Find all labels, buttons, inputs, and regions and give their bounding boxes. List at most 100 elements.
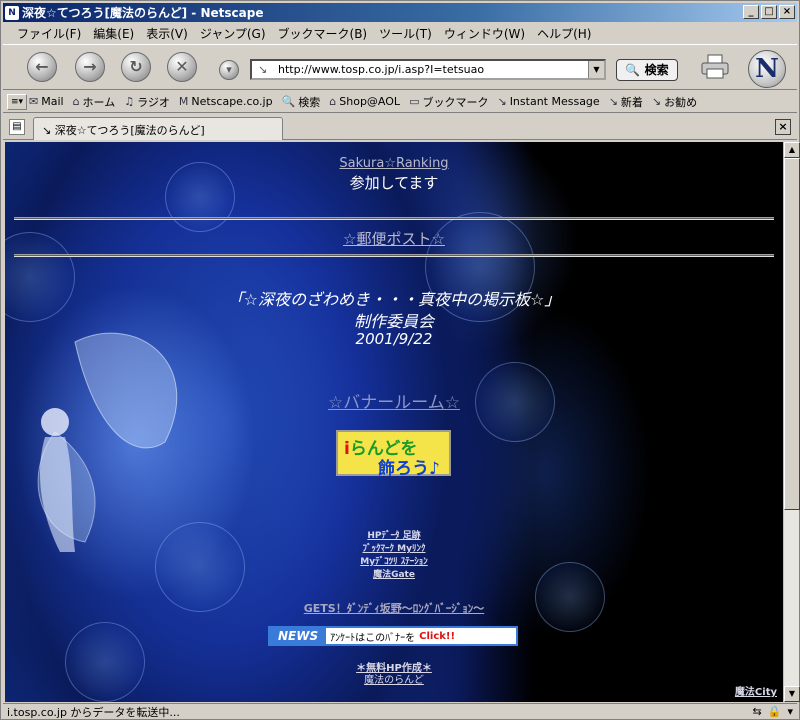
- toolbar-item-netscape[interactable]: M Netscape.co.jp: [179, 95, 273, 108]
- status-icons: ⇆ 🔒 ▾: [753, 705, 793, 718]
- personal-toolbar: ≡▾ ✉ Mail ⌂ ホーム ♫ ラジオ M Netscape.co.jp 🔍 検索 ⌂…: [3, 91, 797, 113]
- bookmark-link[interactable]: ﾌﾞｯｸﾏｰｸ Myﾘﾝｸ: [5, 541, 783, 554]
- toolbar-item-search[interactable]: 🔍 検索: [282, 94, 321, 110]
- url-dropdown-icon[interactable]: ▼: [588, 61, 604, 78]
- toolbar-item-radio[interactable]: ♫ ラジオ: [124, 94, 170, 110]
- back-button[interactable]: ←: [27, 52, 57, 82]
- radio-icon: ♫: [124, 95, 135, 108]
- mail-icon: ✉: [29, 95, 39, 108]
- maho-gate-link[interactable]: 魔法Gate: [5, 567, 783, 580]
- forward-arrow-icon: →: [83, 57, 97, 76]
- page-content: Sakura☆Ranking 参加してます ☆郵便ポスト☆ 「☆深夜のざわめき・…: [5, 142, 783, 702]
- browser-window: N 深夜☆てつろう[魔法のらんど] - Netscape _ □ × ファイル(…: [0, 0, 800, 720]
- search-icon: 🔍: [625, 63, 641, 77]
- navigation-toolbar: ← → ↻ ✕ ▾ ↘ http://www.tosp.co.jp/i.asp?…: [3, 44, 797, 90]
- maho-iland-link[interactable]: 魔法のらんど: [5, 671, 783, 686]
- search-icon: 🔍: [281, 95, 296, 108]
- toolbar-item-instant-message[interactable]: ↘ Instant Message: [497, 95, 599, 108]
- ranking-participation-text: 参加してます: [349, 174, 439, 192]
- menu-go[interactable]: ジャンプ(G): [194, 25, 272, 42]
- scroll-thumb[interactable]: [784, 158, 800, 510]
- sakura-ranking-link[interactable]: Sakura☆Ranking: [5, 156, 783, 171]
- news-text: ｱﾝｹｰﾄはこのﾊﾞﾅｰを: [330, 632, 416, 644]
- committee-text: 制作委員会: [353, 312, 434, 331]
- scroll-up-arrow-icon[interactable]: ▲: [784, 142, 800, 158]
- horizontal-rule: [14, 254, 774, 257]
- toolbar-item-home[interactable]: ⌂ ホーム: [73, 94, 116, 110]
- scroll-down-arrow-icon[interactable]: ▼: [784, 686, 800, 702]
- shop-icon: ⌂: [329, 95, 337, 108]
- title-bar: N 深夜☆てつろう[魔法のらんど] - Netscape _ □ ×: [3, 3, 797, 22]
- tab-active[interactable]: ↘ 深夜☆てつろう[魔法のらんど]: [33, 117, 283, 140]
- close-button[interactable]: ×: [779, 5, 795, 19]
- status-bar: i.tosp.co.jp からデータを転送中... ⇆ 🔒 ▾: [3, 703, 797, 719]
- chevron-down-icon: ▾: [226, 63, 232, 76]
- new-tab-icon[interactable]: ▤: [9, 119, 25, 135]
- link-icon: ↘: [651, 95, 662, 108]
- window-title: 深夜☆てつろう[魔法のらんど] - Netscape: [22, 6, 264, 20]
- toolbar-item-label: ブックマーク: [422, 95, 489, 109]
- iland-banner-line2-text: 飾ろう♪: [378, 459, 440, 479]
- news-banner[interactable]: NEWS ｱﾝｹｰﾄはこのﾊﾞﾅｰを Click!!: [268, 626, 518, 646]
- maho-city-link[interactable]: 魔法City: [735, 683, 777, 698]
- menu-edit[interactable]: 編集(E): [87, 25, 140, 42]
- tab-title: 深夜☆てつろう[魔法のらんど]: [54, 124, 205, 137]
- date-text: 2001/9/22: [355, 330, 433, 348]
- toolbar-item-label: Instant Message: [509, 95, 600, 108]
- search-button[interactable]: 🔍 検索: [616, 59, 678, 81]
- back-arrow-icon: ←: [35, 57, 49, 76]
- security-lock-icon[interactable]: 🔒: [768, 705, 782, 718]
- link-icon: ↘: [608, 95, 618, 108]
- search-button-label: 検索: [644, 63, 669, 77]
- menu-bar: ファイル(F) 編集(E) 表示(V) ジャンプ(G) ブックマーク(B) ツー…: [3, 23, 797, 43]
- reload-button[interactable]: ↻: [121, 52, 151, 82]
- forward-button[interactable]: →: [75, 52, 105, 82]
- toolbar-item-label: Shop@AOL: [339, 95, 401, 108]
- toolbar-item-label: ホーム: [82, 95, 116, 109]
- news-label: NEWS: [270, 628, 327, 644]
- toolbar-item-shop[interactable]: ⌂ Shop@AOL: [329, 95, 400, 108]
- maximize-button[interactable]: □: [761, 5, 777, 19]
- iland-banner[interactable]: iらんどを 飾ろう♪: [336, 430, 451, 479]
- menu-window[interactable]: ウィンドウ(W): [438, 25, 531, 42]
- toolbar-item-label: Mail: [41, 95, 64, 108]
- url-bar[interactable]: ↘ http://www.tosp.co.jp/i.asp?I=tetsuao …: [250, 59, 606, 80]
- menu-bookmarks[interactable]: ブックマーク(B): [272, 25, 374, 42]
- printer-icon[interactable]: [700, 54, 730, 80]
- hp-data-link[interactable]: HPﾃﾞｰﾀ 足跡: [5, 528, 783, 541]
- gets-link[interactable]: GETS！ﾀﾞﾝﾃﾞｨ坂野～ﾛﾝｸﾞﾊﾞｰｼﾞｮﾝ～: [5, 600, 783, 616]
- page-link-icon: ↘: [258, 63, 268, 76]
- netscape-logo[interactable]: N: [748, 50, 786, 88]
- window-controls: _ □ ×: [743, 5, 795, 19]
- minimize-button[interactable]: _: [743, 5, 759, 19]
- my-deco-link[interactable]: Myﾃﾞｺﾂﾘ ｽﾃｰｼｮﾝ: [5, 554, 783, 567]
- my-icon: M: [178, 95, 189, 108]
- toolbar-item-recommend[interactable]: ↘ お勧め: [652, 94, 697, 110]
- toolbar-item-label: ラジオ: [137, 95, 170, 109]
- menu-view[interactable]: 表示(V): [140, 25, 194, 42]
- toolbar-item-bookmarks[interactable]: ▭ ブックマーク: [409, 94, 488, 110]
- stop-button[interactable]: ✕: [167, 52, 197, 82]
- horizontal-rule: [14, 217, 774, 220]
- toolbar-item-label: お勧め: [664, 95, 698, 109]
- status-text: i.tosp.co.jp からデータを転送中...: [7, 705, 180, 719]
- status-dropdown-icon[interactable]: ▾: [787, 705, 793, 718]
- url-text: http://www.tosp.co.jp/i.asp?I=tetsuao: [278, 63, 485, 76]
- banner-room-link[interactable]: ☆バナールーム☆: [5, 388, 783, 413]
- stop-icon: ✕: [175, 57, 189, 76]
- vertical-scrollbar[interactable]: ▲ ▼: [783, 142, 800, 702]
- menu-file[interactable]: ファイル(F): [11, 25, 87, 42]
- connection-icon[interactable]: ⇆: [753, 705, 762, 718]
- history-dropdown-button[interactable]: ▾: [219, 60, 239, 80]
- menu-help[interactable]: ヘルプ(H): [531, 25, 597, 42]
- tab-close-icon[interactable]: ×: [775, 119, 791, 135]
- menu-tools[interactable]: ツール(T): [373, 25, 438, 42]
- postbox-link[interactable]: ☆郵便ポスト☆: [5, 228, 783, 249]
- folder-icon: ▭: [409, 95, 420, 108]
- toolbar-item-new[interactable]: ↘ 新着: [609, 94, 643, 110]
- toolbar-item-mail[interactable]: ✉ Mail: [29, 95, 64, 108]
- toolbar-grip-icon[interactable]: ≡▾: [7, 94, 27, 110]
- tab-link-icon: ↘: [42, 124, 52, 137]
- bbs-title: 「☆深夜のざわめき・・・真夜中の掲示板☆」: [227, 290, 561, 309]
- netscape-app-icon: N: [5, 5, 19, 20]
